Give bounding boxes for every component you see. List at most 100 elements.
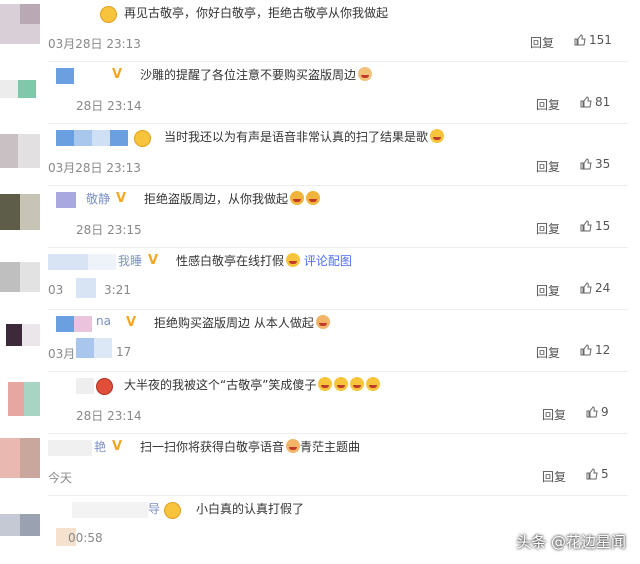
reply-button[interactable]: 回复 (542, 468, 566, 485)
like-count: 35 (595, 157, 611, 171)
comment-text: 沙雕的提醒了各位注意不要购买盗版周边 (140, 66, 373, 83)
thumb-up-icon (580, 158, 592, 170)
username-masked[interactable] (48, 254, 116, 270)
rofl-emoji-icon (334, 377, 349, 391)
vip-badge-icon: V (126, 315, 137, 330)
username-masked[interactable] (72, 502, 148, 518)
comment-text: 当时我还以为有声是语音非常认真的扫了结果是歌 (164, 128, 445, 145)
comment-item: V 沙雕的提醒了各位注意不要购买盗版周边 28日 23:14 回复 81 (0, 62, 640, 124)
hand-ok-emoji-icon (358, 67, 373, 81)
comment-time: 03月28日 23:13 (48, 161, 141, 175)
like-count: 151 (589, 33, 612, 47)
reply-button[interactable]: 回复 (530, 34, 554, 51)
like-button[interactable]: 9 (586, 405, 609, 419)
comment-item: na V 拒绝购买盗版周边 从本人做起 03月 17 回复 12 (0, 310, 640, 372)
rofl-emoji-icon (350, 377, 365, 391)
reply-button[interactable]: 回复 (542, 406, 566, 423)
comment-item: 再见古敬亭，你好白敬亭，拒绝古敬亭从你我做起 03月28日 23:13 回复 1… (0, 0, 640, 62)
like-button[interactable]: 5 (586, 467, 609, 481)
like-button[interactable]: 15 (580, 219, 610, 233)
avatar[interactable] (0, 66, 40, 106)
thumb-up-icon (580, 344, 592, 356)
thumb-up-icon (586, 468, 598, 480)
vip-badge-icon: V (116, 191, 127, 206)
comment-text: 大半夜的我被这个“古敬亭”笑成傻子 (124, 376, 381, 393)
comment-time: 3:21 (104, 283, 131, 297)
username-visible[interactable]: 我睡 (118, 252, 142, 269)
like-button[interactable]: 12 (580, 343, 610, 357)
thumb-up-icon (574, 34, 586, 46)
avatar[interactable] (0, 500, 40, 540)
reply-button[interactable]: 回复 (536, 96, 560, 113)
avatar[interactable] (0, 4, 40, 44)
user-badge-icon (164, 502, 181, 519)
clap-emoji-icon (306, 191, 321, 205)
like-button[interactable]: 81 (580, 95, 610, 109)
comment-image-link[interactable]: 评论配图 (304, 254, 352, 268)
username-masked[interactable] (76, 378, 94, 394)
vip-badge-icon: V (112, 67, 123, 82)
like-count: 24 (595, 281, 611, 295)
reply-button[interactable]: 回复 (536, 282, 560, 299)
username-masked (76, 338, 112, 358)
like-count: 15 (595, 219, 611, 233)
clap-emoji-icon (290, 191, 305, 205)
username-visible[interactable]: 敬静 (86, 190, 110, 207)
like-count: 12 (595, 343, 611, 357)
comment-time: 03 (48, 283, 64, 297)
comment-time: 28日 23:14 (76, 99, 142, 113)
like-count: 5 (601, 467, 609, 481)
username-masked[interactable] (56, 316, 92, 332)
user-badge-icon (100, 6, 117, 23)
reply-button[interactable]: 回复 (536, 158, 560, 175)
thumb-up-icon (580, 282, 592, 294)
grin-emoji-icon (286, 253, 301, 267)
username-masked[interactable] (56, 192, 76, 208)
pointing-hand-emoji-icon (286, 439, 301, 453)
comment-time: 28日 23:14 (76, 409, 142, 423)
like-button[interactable]: 24 (580, 281, 610, 295)
avatar[interactable] (0, 438, 40, 478)
thumb-up-icon (586, 406, 598, 418)
user-badge-icon (96, 378, 113, 395)
comment-text: 性感白敬亭在线打假 评论配图 (176, 253, 352, 268)
watermark: 头条 @花边星闻 (516, 533, 626, 551)
comment-text: 扫一扫你将获得白敬亭语音 青茫主题曲 (140, 439, 361, 454)
username-masked[interactable] (48, 440, 92, 456)
username-visible[interactable]: 导 (148, 500, 160, 517)
comment-item: 我睡 V 性感白敬亭在线打假 评论配图 03 3:21 回复 24 (0, 248, 640, 310)
username-masked[interactable] (56, 130, 128, 146)
avatar[interactable] (0, 376, 40, 416)
comment-text: 小白真的认真打假了 (196, 502, 305, 516)
username-masked[interactable] (56, 68, 74, 84)
rofl-emoji-icon (318, 377, 333, 391)
username-masked (76, 278, 96, 298)
comment-time: 17 (116, 345, 132, 359)
thumb-up-icon (580, 220, 592, 232)
comment-time: 今天 (48, 471, 73, 485)
username-visible[interactable]: 艳 (94, 438, 106, 455)
avatar[interactable] (0, 128, 40, 168)
comment-text: 再见古敬亭，你好白敬亭，拒绝古敬亭从你我做起 (124, 6, 389, 20)
avatar[interactable] (0, 314, 40, 354)
reply-button[interactable]: 回复 (536, 220, 560, 237)
like-count: 9 (601, 405, 609, 419)
avatar[interactable] (0, 190, 40, 230)
thumb-up-icon (580, 96, 592, 108)
comment-item: 当时我还以为有声是语音非常认真的扫了结果是歌 03月28日 23:13 回复 3… (0, 124, 640, 186)
comment-item: 敬静 V 拒绝盗版周边，从你我做起 28日 23:15 回复 15 (0, 186, 640, 248)
comment-time: 03月 (48, 347, 76, 361)
like-count: 81 (595, 95, 611, 109)
vip-badge-icon: V (112, 439, 123, 454)
comment-text: 拒绝购买盗版周边 从本人做起 (154, 314, 330, 331)
username-visible[interactable]: na (96, 314, 111, 328)
comment-item: 大半夜的我被这个“古敬亭”笑成傻子 28日 23:14 回复 9 (0, 372, 640, 434)
like-button[interactable]: 151 (574, 33, 612, 47)
avatar[interactable] (0, 252, 40, 292)
comment-item: 艳 V 扫一扫你将获得白敬亭语音 青茫主题曲 今天 回复 5 (0, 434, 640, 496)
laughing-emoji-icon (430, 129, 445, 143)
like-button[interactable]: 35 (580, 157, 610, 171)
comment-time: 03月28日 23:13 (48, 37, 141, 51)
reply-button[interactable]: 回复 (536, 344, 560, 361)
fist-emoji-icon (315, 315, 330, 329)
